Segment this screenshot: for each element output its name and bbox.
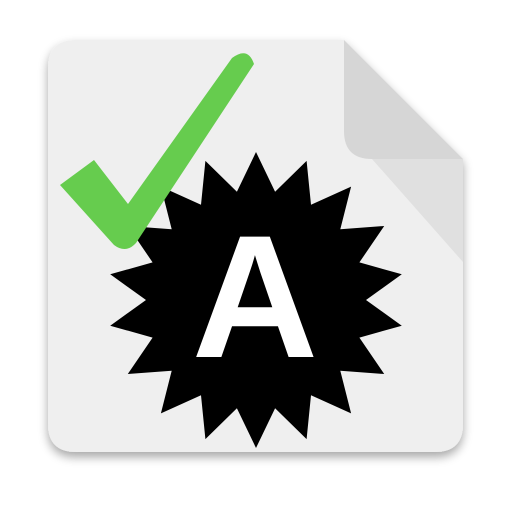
- document-fold-corner: [344, 40, 463, 159]
- app-icon-svg: A: [48, 40, 463, 452]
- app-icon: A: [0, 0, 512, 512]
- badge-letter: A: [192, 200, 318, 395]
